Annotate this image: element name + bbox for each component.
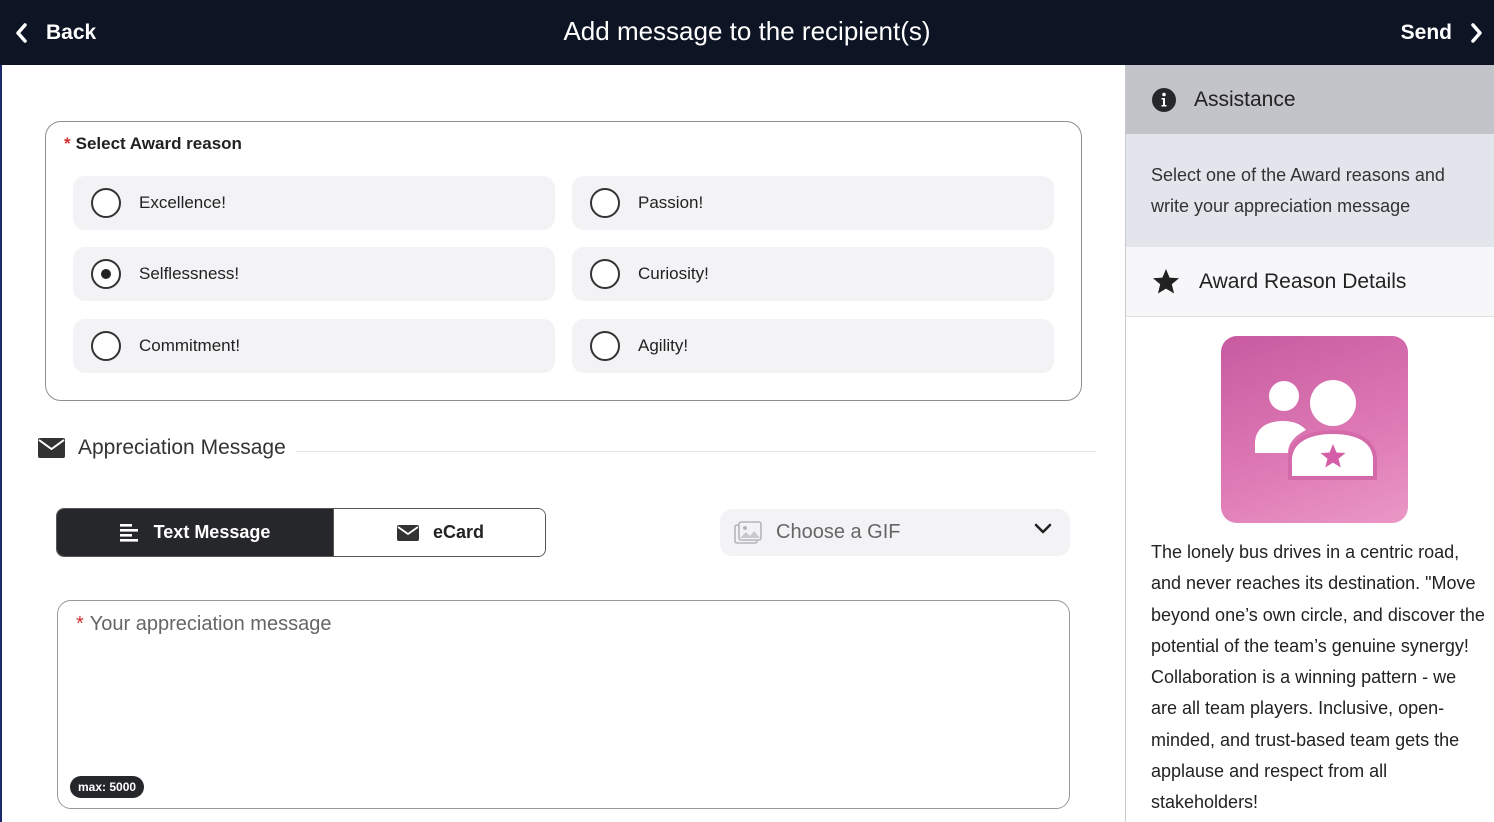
award-option-excellence[interactable]: Excellence!	[73, 176, 555, 230]
appreciation-section-header: Appreciation Message	[38, 436, 286, 460]
radio-button[interactable]	[590, 188, 620, 218]
award-option-label: Commitment!	[139, 336, 241, 355]
top-bar: Back Add message to the recipient(s) Sen…	[0, 0, 1494, 65]
send-label: Send	[1400, 20, 1452, 44]
envelope-icon	[396, 524, 419, 541]
tab-text-message[interactable]: Text Message	[57, 509, 333, 556]
message-placeholder-text: Your appreciation message	[89, 613, 332, 635]
back-button[interactable]: Back	[14, 0, 96, 65]
radio-button[interactable]	[91, 331, 121, 361]
image-icon	[734, 520, 762, 544]
award-option-label: Selflessness!	[139, 264, 240, 283]
award-reason-description: The lonely bus drives in a centric road,…	[1151, 542, 1485, 813]
award-option-agility[interactable]: Agility!	[572, 319, 1054, 373]
award-option-selflessness[interactable]: Selflessness!	[73, 247, 555, 301]
award-option-passion[interactable]: Passion!	[572, 176, 1054, 230]
radio-button[interactable]	[590, 259, 620, 289]
award-option-label: Excellence!	[139, 193, 226, 212]
envelope-icon	[38, 438, 65, 458]
assistance-sidebar: Assistance Select one of the Award reaso…	[1125, 65, 1494, 822]
award-option-curiosity[interactable]: Curiosity!	[572, 247, 1054, 301]
align-left-icon	[119, 523, 138, 542]
award-option-commitment[interactable]: Commitment!	[73, 319, 555, 373]
max-length-badge: max: 5000	[70, 776, 145, 798]
team-star-icon	[1255, 380, 1377, 480]
message-type-toggle: Text Message eCard	[56, 508, 546, 557]
chevron-left-icon	[16, 22, 27, 43]
tab-ecard[interactable]: eCard	[333, 509, 545, 556]
award-option-label: Agility!	[638, 336, 689, 355]
chevron-right-icon	[1471, 22, 1482, 43]
tab-label: Text Message	[153, 522, 271, 542]
award-reason-details-header: Award Reason Details	[1126, 247, 1494, 317]
radio-button-checked[interactable]	[91, 259, 121, 289]
assistance-title: Assistance	[1194, 87, 1296, 111]
info-icon	[1152, 87, 1176, 112]
message-textarea[interactable]: * Your appreciation message max: 5000	[57, 600, 1070, 809]
award-badge-image	[1221, 336, 1408, 523]
section-title: Appreciation Message	[78, 436, 286, 459]
message-placeholder: * Your appreciation message	[76, 613, 331, 636]
required-marker: *	[76, 613, 84, 635]
send-button[interactable]: Send	[1401, 0, 1484, 65]
page-title: Add message to the recipient(s)	[563, 16, 931, 46]
divider	[296, 451, 1096, 452]
tab-label: eCard	[432, 522, 485, 542]
assistance-text: Select one of the Award reasons and writ…	[1126, 134, 1494, 247]
award-option-label: Passion!	[638, 193, 704, 212]
radio-button[interactable]	[590, 331, 620, 361]
assistance-header: Assistance	[1126, 65, 1494, 134]
star-icon	[1153, 269, 1179, 294]
award-reason-label-text: Select Award reason	[75, 134, 242, 153]
back-label: Back	[46, 20, 97, 44]
left-border	[0, 65, 2, 822]
chevron-down-icon	[1034, 523, 1052, 534]
details-title: Award Reason Details	[1199, 269, 1407, 293]
gif-select-placeholder: Choose a GIF	[776, 521, 901, 543]
award-option-label: Curiosity!	[638, 264, 709, 283]
radio-button[interactable]	[91, 188, 121, 218]
required-marker: *	[64, 134, 71, 153]
award-reason-label: * Select Award reason	[64, 134, 242, 154]
gif-select[interactable]: Choose a GIF	[720, 509, 1070, 556]
